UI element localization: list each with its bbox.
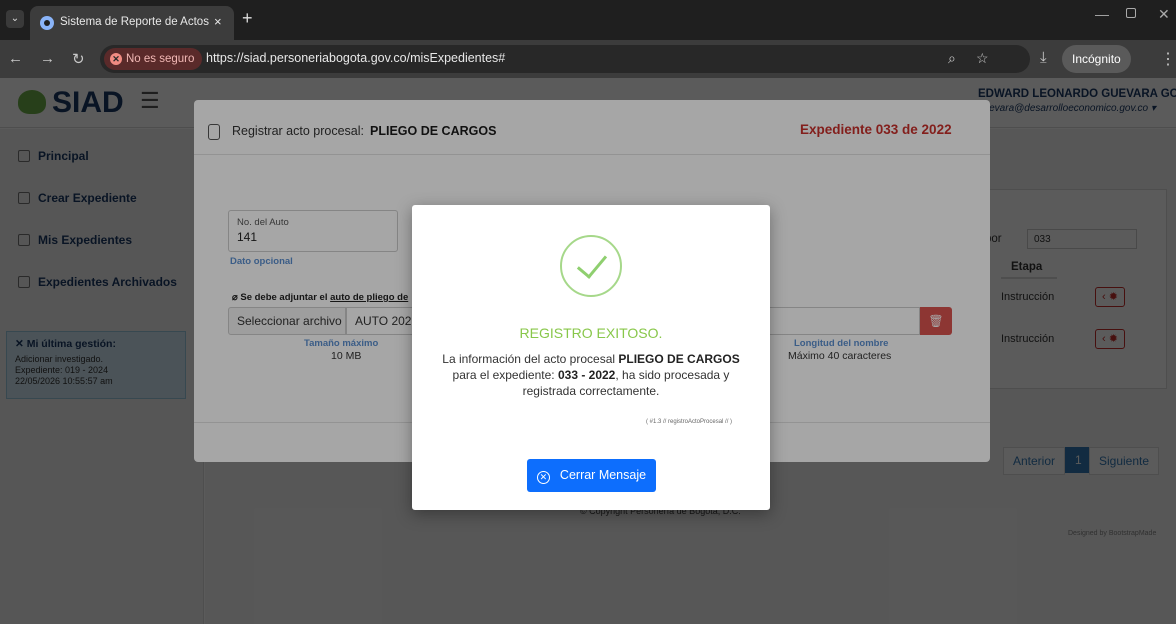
zoom-icon[interactable]: ⌕ [948,50,956,67]
forward-icon[interactable]: → [40,50,55,67]
url-text[interactable]: https://siad.personeriabogota.gov.co/mis… [206,51,505,65]
msg-expediente: 033 - 2022 [557,368,616,382]
not-secure-icon: ✕ [110,53,122,65]
tab-close-icon[interactable]: × [214,14,222,29]
back-icon[interactable]: ← [8,50,23,67]
window-restore-button[interactable] [1126,8,1136,18]
success-code: ( #1.3 // registroActoProcesal // ) [646,419,733,425]
incognito-button[interactable]: Incógnito [1062,45,1131,73]
omnibox[interactable]: ✕ No es seguro https://siad.personeriabog… [100,45,1030,73]
security-chip-label: No es seguro [126,53,195,65]
browser-tab-active[interactable]: Sistema de Reporte de Actos Pr × [30,6,234,40]
close-message-button[interactable]: ✕ Cerrar Mensaje [527,459,656,492]
reload-icon[interactable]: ↻ [72,50,85,68]
new-tab-button[interactable]: + [242,8,253,29]
success-title: REGISTRO EXITOSO. [519,325,663,341]
close-circle-icon: ✕ [536,471,550,484]
window-close-button[interactable]: ✕ [1158,6,1170,23]
download-icon[interactable]: ⤓ [1040,49,1047,66]
tab-search-menu-icon[interactable]: ⌄ [6,10,24,28]
browser-address-bar: ← → ↻ ✕ No es seguro https://siad.persone… [0,40,1176,78]
incognito-label: Incógnito [1072,52,1121,66]
msg-part: para el expediente: [452,368,555,382]
site-favicon-icon [40,16,54,30]
success-check-icon [560,235,622,297]
browser-tab-bar: ⌄ Sistema de Reporte de Actos Pr × + — ✕ [0,0,1176,40]
security-chip[interactable]: ✕ No es seguro [104,48,203,70]
browser-menu-icon[interactable]: ⋮ [1160,49,1176,69]
success-message: La información del acto procesal PLIEGO … [432,351,750,399]
msg-part: La información del acto procesal [442,352,616,366]
tab-title: Sistema de Reporte de Actos Pr [60,16,210,28]
msg-act: PLIEGO DE CARGOS [618,352,740,366]
bookmark-star-icon[interactable]: ☆ [976,50,989,67]
window-minimize-button[interactable]: — [1095,6,1109,22]
close-button-label: Cerrar Mensaje [559,468,647,482]
success-dialog: REGISTRO EXITOSO. La información del act… [412,205,770,510]
